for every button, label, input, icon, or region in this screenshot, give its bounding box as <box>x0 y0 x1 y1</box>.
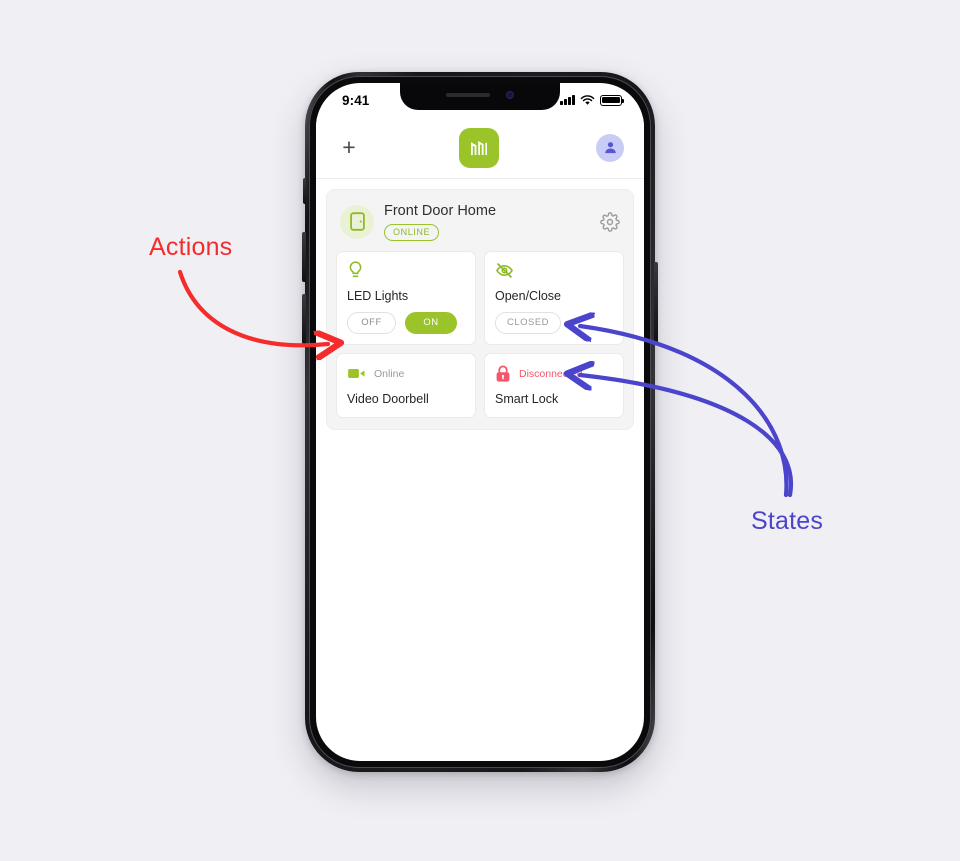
tile-title: LED Lights <box>347 288 409 303</box>
tile-state-controls: CLOSED <box>495 311 613 334</box>
lightbulb-icon <box>349 261 362 278</box>
action-button-on[interactable]: ON <box>405 311 457 334</box>
tile-action-controls: OFF ON <box>347 311 465 334</box>
tile-title: Open/Close <box>495 288 562 303</box>
tile-icon-row <box>495 261 613 281</box>
tile-title: Video Doorbell <box>347 391 429 406</box>
app-top-bar: + <box>316 117 644 179</box>
tile-icon-row: Disconnected <box>495 364 613 384</box>
state-badge-closed[interactable]: CLOSED <box>495 311 561 334</box>
eye-off-icon <box>496 263 513 278</box>
ios-status-bar: 9:41 <box>316 83 644 117</box>
action-button-off[interactable]: OFF <box>347 311 396 334</box>
wifi-icon <box>580 94 595 105</box>
device-tile-open-close[interactable]: Open/Close CLOSED <box>484 250 624 345</box>
gear-icon[interactable] <box>600 211 620 232</box>
status-bar-time: 9:41 <box>342 92 370 108</box>
phone-volume-up-button[interactable] <box>302 232 306 282</box>
annotation-label-actions: Actions <box>149 233 233 261</box>
door-icon <box>340 204 374 239</box>
add-device-button[interactable]: + <box>336 136 362 159</box>
device-group-name: Front Door Home <box>384 203 497 219</box>
signal-bars-icon <box>560 95 575 105</box>
device-group-card: Front Door Home ONLINE LED Lights OFF ON… <box>326 189 634 430</box>
screenshot-stage: 9:41 + Front Door Home ONLINE LED Lights… <box>0 0 960 861</box>
phone-silent-switch[interactable] <box>303 178 306 204</box>
tile-icon-row: Online <box>347 364 465 384</box>
battery-full-icon <box>600 94 625 106</box>
padlock-icon <box>496 365 510 382</box>
status-badge: ONLINE <box>384 224 440 241</box>
status-bar-icons <box>560 94 625 106</box>
brand-logo-icon[interactable] <box>459 127 499 168</box>
device-tile-video-doorbell[interactable]: Online Video Doorbell <box>336 352 476 418</box>
device-tile-smart-lock[interactable]: Disconnected Smart Lock <box>484 352 624 418</box>
device-tile-row: LED Lights OFF ON Open/Close CLOSED <box>336 250 624 345</box>
phone-volume-down-button[interactable] <box>302 294 306 344</box>
device-tile-row: Online Video Doorbell Disconnected Smart… <box>336 352 624 418</box>
device-group-header: Front Door Home ONLINE <box>336 200 624 251</box>
device-tile-led-lights[interactable]: LED Lights OFF ON <box>336 250 476 345</box>
phone-power-button[interactable] <box>654 262 658 344</box>
annotation-label-states: States <box>751 507 824 535</box>
user-avatar-icon[interactable] <box>596 133 624 162</box>
video-camera-icon <box>348 369 365 378</box>
phone-mockup: 9:41 + Front Door Home ONLINE LED Lights… <box>302 72 658 772</box>
app-content: Front Door Home ONLINE LED Lights OFF ON… <box>316 179 644 430</box>
device-group-text: Front Door Home ONLINE <box>384 203 590 241</box>
tile-status-text: Disconnected <box>519 367 583 380</box>
tile-title: Smart Lock <box>495 391 559 406</box>
tile-status-text: Online <box>374 367 405 380</box>
tile-icon-row <box>347 261 465 281</box>
phone-screen: 9:41 + Front Door Home ONLINE LED Lights… <box>316 83 644 761</box>
